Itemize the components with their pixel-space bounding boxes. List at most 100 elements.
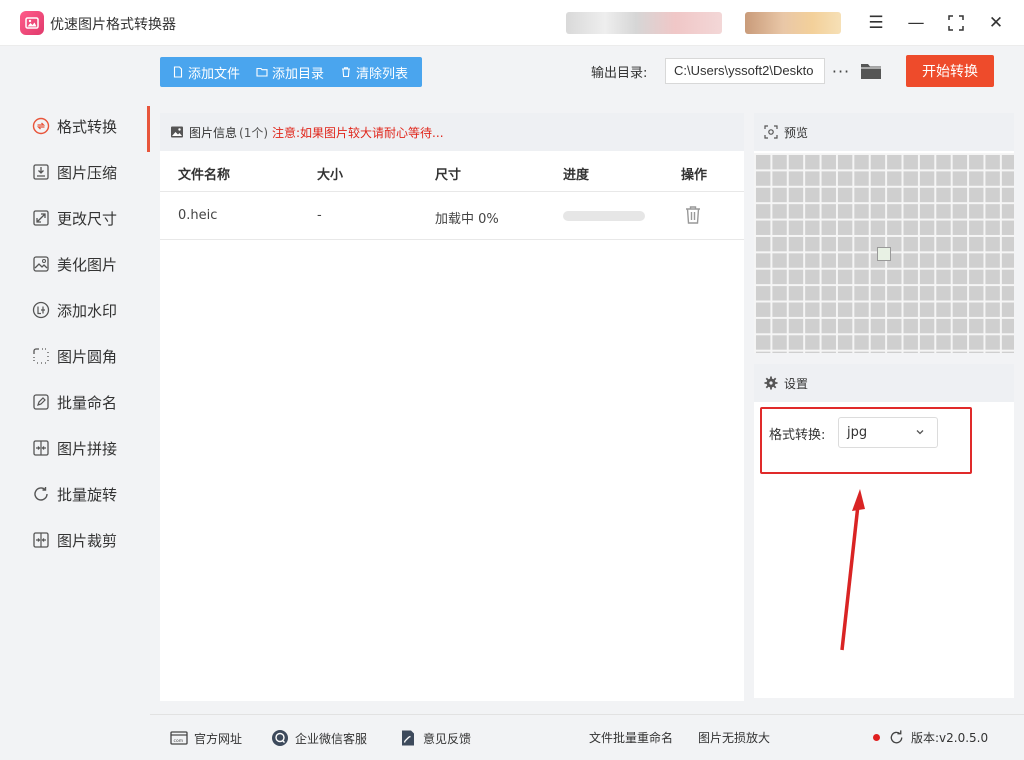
sidebar-item-compress[interactable]: 图片压缩 [0, 152, 150, 192]
settings-title: 设置 [784, 376, 809, 391]
feedback-link[interactable]: 意见反馈 [399, 729, 471, 747]
open-folder-icon[interactable] [859, 60, 883, 82]
feedback-icon [402, 730, 414, 746]
menu-icon[interactable]: ☰ [863, 10, 889, 36]
sidebar-item-label: 图片压缩 [57, 163, 118, 182]
batch-rename-label: 文件批量重命名 [589, 731, 674, 745]
version-info: 版本:v2.0.5.0 [873, 729, 988, 746]
beautify-icon [33, 256, 49, 272]
app-title: 优速图片格式转换器 [50, 17, 176, 33]
format-label: 格式转换: [769, 428, 826, 443]
file-progress-bar [563, 211, 645, 221]
settings-panel: 设置 格式转换: jpg [754, 364, 1014, 698]
blurred-user-info [745, 12, 841, 34]
column-header-dims: 尺寸 [435, 168, 462, 183]
column-header-name: 文件名称 [178, 168, 231, 183]
chevron-down-icon [916, 430, 924, 435]
sidebar-item-label: 图片圆角 [57, 347, 118, 366]
sidebar-item-label: 批量命名 [57, 393, 118, 412]
add-folder-button[interactable]: 添加目录 [248, 57, 332, 87]
format-select-value: jpg [847, 425, 868, 440]
version-label: 版本:v2.0.5.0 [911, 731, 989, 745]
app-logo-icon [20, 11, 44, 35]
sidebar-item-format-convert[interactable]: 格式转换 [0, 106, 150, 152]
minimize-icon[interactable]: — [903, 10, 929, 36]
footer-bar: com 官方网址 企业微信客服 意见反馈 文件批量重命名 图片无损放大 版本:v… [150, 714, 1024, 760]
stitch-icon [33, 440, 49, 456]
file-name-cell: 0.heic [178, 208, 218, 223]
update-dot [873, 734, 880, 741]
website-icon: com [170, 731, 188, 745]
column-header-size: 大小 [317, 168, 344, 183]
wechat-label: 企业微信客服 [295, 731, 368, 746]
blurred-account-info [566, 12, 722, 34]
wechat-support-link[interactable]: 企业微信客服 [271, 729, 367, 747]
watermark-icon [32, 301, 50, 319]
sidebar-item-label: 批量旋转 [57, 485, 118, 504]
batch-rename-link[interactable]: 文件批量重命名 [589, 729, 673, 746]
trash-icon [342, 67, 351, 78]
resize-icon [33, 210, 49, 226]
format-select[interactable]: jpg [838, 417, 938, 448]
refresh-icon[interactable] [888, 729, 905, 746]
sidebar-item-rounded-corner[interactable]: 图片圆角 [0, 336, 150, 376]
wechat-icon [272, 730, 288, 746]
clear-list-label: 清除列表 [356, 66, 409, 82]
settings-header: 设置 [754, 364, 1014, 402]
sidebar-item-rename[interactable]: 批量命名 [0, 382, 150, 422]
preview-header: 预览 [754, 113, 1014, 151]
folder-icon [256, 67, 268, 77]
rotate-icon [34, 487, 48, 501]
sidebar-item-label: 美化图片 [57, 255, 118, 274]
file-dims-cell: 加载中 0% [435, 212, 499, 227]
start-convert-button[interactable]: 开始转换 [906, 55, 994, 87]
sidebar-item-beautify[interactable]: 美化图片 [0, 244, 150, 284]
crop-icon [33, 532, 49, 548]
gear-icon [764, 376, 778, 390]
preview-title: 预览 [784, 125, 809, 140]
maximize-icon[interactable] [943, 10, 969, 36]
sidebar-item-label: 图片拼接 [57, 439, 118, 458]
file-icon [173, 66, 183, 78]
add-file-label: 添加文件 [188, 66, 241, 82]
website-label: 官方网址 [194, 731, 243, 746]
rounded-corner-icon [33, 348, 49, 364]
format-convert-icon [32, 117, 50, 135]
sidebar-item-watermark[interactable]: 添加水印 [0, 290, 150, 330]
sidebar-item-label: 格式转换 [57, 117, 118, 136]
header-divider [160, 191, 744, 192]
sidebar-item-resize[interactable]: 更改尺寸 [0, 198, 150, 238]
row-divider [160, 239, 744, 240]
clear-list-button[interactable]: 清除列表 [332, 57, 416, 87]
file-toolbar: 添加文件 添加目录 清除列表 [160, 57, 422, 87]
upscale-label: 图片无损放大 [698, 731, 771, 745]
compress-icon [33, 164, 49, 180]
title-bar: 优速图片格式转换器 ☰ — ✕ [0, 0, 1024, 46]
output-dir-label: 输出目录: [591, 66, 648, 81]
sidebar-item-rotate[interactable]: 批量旋转 [0, 474, 150, 514]
file-size-cell: - [317, 208, 322, 223]
sidebar-item-label: 添加水印 [57, 301, 118, 320]
sidebar-item-stitch[interactable]: 图片拼接 [0, 428, 150, 468]
column-header-action: 操作 [681, 168, 708, 183]
broken-image-icon [877, 247, 891, 261]
preview-icon [764, 125, 778, 139]
delete-trash-icon[interactable] [684, 205, 702, 225]
sidebar: 格式转换 图片压缩 更改尺寸 美化图片 添加水印 图片圆角 批量命名 图片拼接 … [0, 46, 150, 714]
file-panel-title: 图片信息 [189, 125, 238, 140]
svg-text:com: com [174, 739, 184, 744]
rename-icon [33, 394, 49, 410]
file-count: (1个) [239, 125, 269, 140]
sidebar-item-crop[interactable]: 图片裁剪 [0, 520, 150, 560]
add-file-button[interactable]: 添加文件 [160, 57, 248, 87]
add-folder-label: 添加目录 [272, 66, 325, 82]
close-icon[interactable]: ✕ [983, 10, 1009, 36]
sidebar-item-label: 图片裁剪 [57, 531, 118, 550]
file-panel-note: 注意:如果图片较大请耐心等待... [272, 125, 444, 140]
upscale-link[interactable]: 图片无损放大 [698, 729, 770, 746]
output-dir-input[interactable]: C:\Users\yssoft2\Deskto [665, 58, 825, 84]
file-panel-header: 图片信息 (1个) 注意:如果图片较大请耐心等待... [160, 113, 744, 151]
preview-panel: 预览 [754, 113, 1014, 353]
more-options-button[interactable]: ··· [830, 58, 852, 84]
official-website-link[interactable]: com 官方网址 [170, 729, 242, 747]
